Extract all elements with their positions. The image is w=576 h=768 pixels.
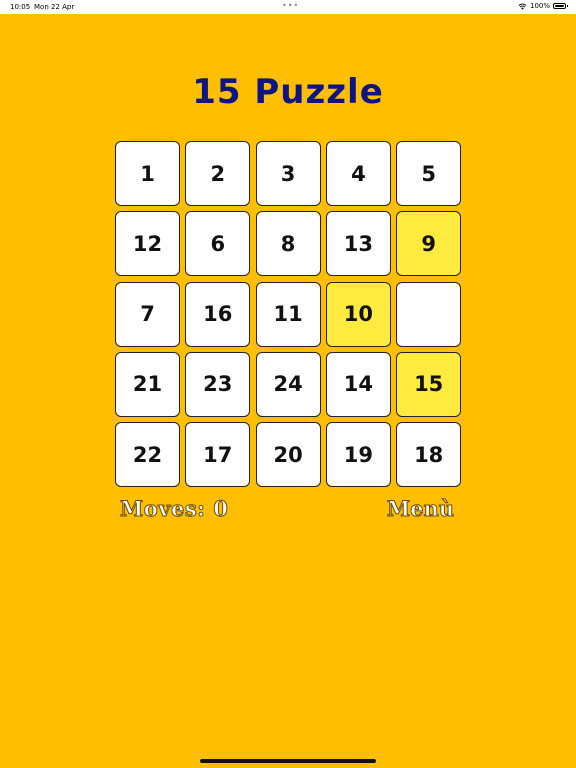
puzzle-tile[interactable]: 9 [396,211,462,277]
puzzle-tile[interactable]: 12 [115,211,180,277]
puzzle-tile[interactable]: 1 [115,141,180,206]
puzzle-tile[interactable]: 21 [115,351,180,417]
puzzle-tile[interactable]: 2 [185,141,251,206]
puzzle-tile[interactable]: 18 [396,422,462,488]
puzzle-tile[interactable]: 14 [325,351,391,417]
puzzle-tile[interactable]: 4 [325,141,391,206]
status-bar: 10:05 Mon 22 Apr ••• 100% [0,0,576,14]
status-time: 10:05 [10,3,31,11]
puzzle-tile[interactable]: 15 [396,351,462,417]
puzzle-tile[interactable]: 5 [396,141,462,206]
battery-icon [553,3,568,9]
puzzle-tile[interactable]: 17 [185,422,251,488]
moves-counter: Moves: 0 [119,496,229,522]
puzzle-board: 1 2 3 4 5 12 6 8 13 9 7 16 11 10 21 23 24 14 15 22 17 20 19 18 [115,141,462,488]
multitasking-dots[interactable]: ••• [282,1,299,10]
puzzle-tile[interactable]: 3 [255,141,321,206]
puzzle-tile[interactable]: 7 [115,281,180,347]
puzzle-tile[interactable]: 10 [325,281,391,347]
puzzle-tile[interactable]: 22 [115,422,180,488]
puzzle-tile[interactable]: 13 [325,211,391,277]
game-title: 15 Puzzle [192,72,384,112]
puzzle-tile[interactable]: 23 [185,351,251,417]
battery-percentage: 100% [529,2,550,10]
status-date: Mon 22 Apr [34,3,75,11]
puzzle-tile[interactable]: 16 [185,281,251,347]
home-indicator[interactable] [200,759,376,763]
puzzle-tile[interactable]: 8 [255,211,321,277]
puzzle-tile[interactable]: 20 [255,422,321,488]
puzzle-tile[interactable]: 24 [255,351,321,417]
status-indicators: 100% [518,2,568,10]
puzzle-tile[interactable]: 6 [185,211,251,277]
puzzle-tile[interactable]: 19 [325,422,391,488]
puzzle-tile-empty[interactable] [396,281,462,347]
menu-button[interactable]: Menù [386,496,454,522]
puzzle-tile[interactable]: 11 [255,281,321,347]
wifi-icon [518,3,527,10]
